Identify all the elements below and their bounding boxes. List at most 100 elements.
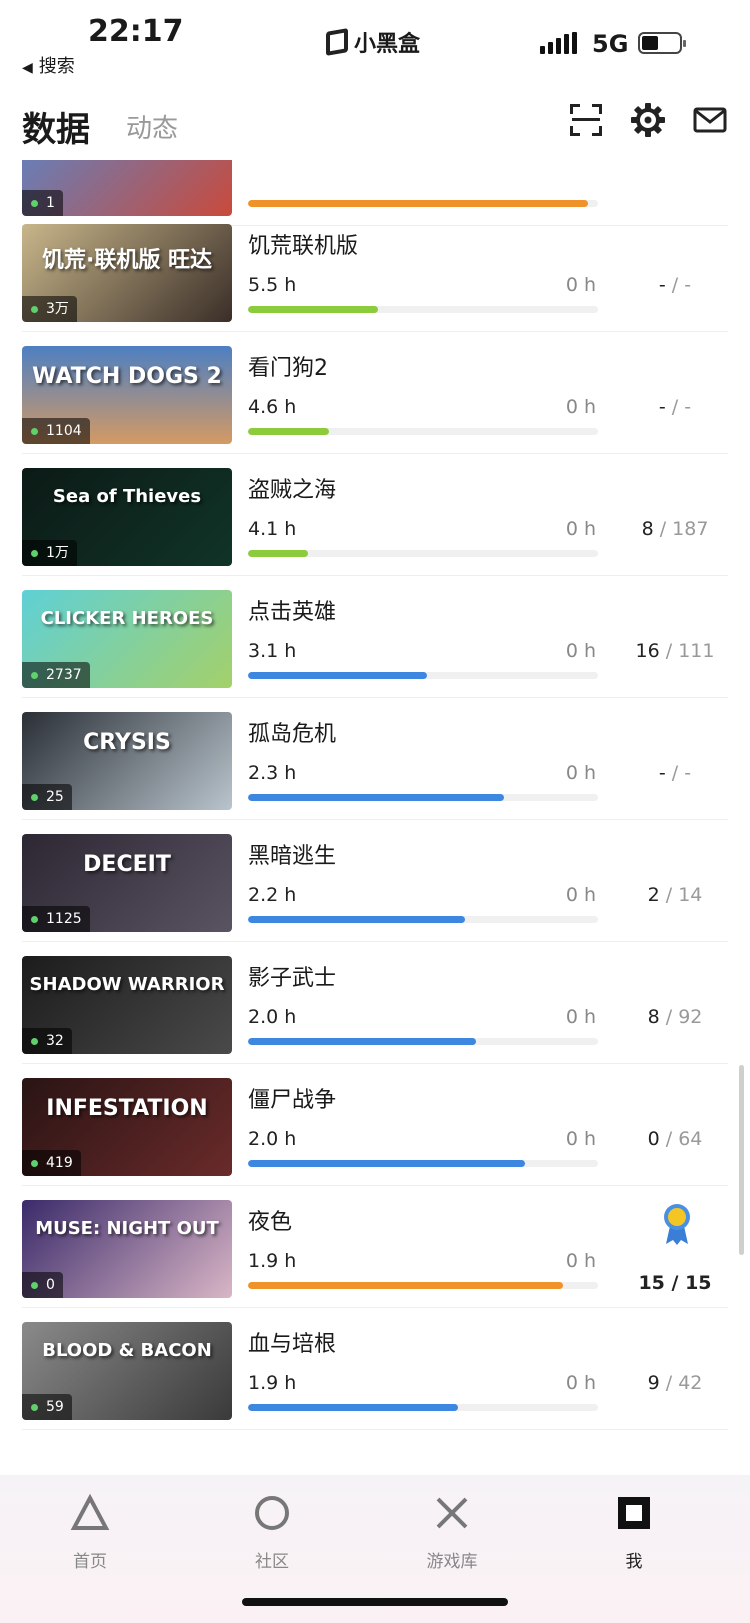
recent-hours: 0 h — [565, 1250, 596, 1272]
back-label: 搜索 — [38, 56, 75, 77]
playtime-bar-fill — [248, 1404, 458, 1411]
home-indicator — [242, 1598, 508, 1606]
game-thumbnail[interactable]: WATCH DOGS 2 1104 — [22, 346, 232, 444]
tab-data[interactable]: 数据 — [22, 102, 90, 151]
playtime-bar-fill — [248, 1038, 476, 1045]
playtime-bar — [248, 550, 598, 557]
thumbnail-caption: WATCH DOGS 2 — [32, 364, 222, 389]
medal-icon — [660, 1202, 694, 1246]
back-to-search[interactable]: ◀ 搜索 — [22, 52, 75, 78]
playtime-bar-fill — [248, 794, 504, 801]
achievement-count: - / - — [658, 274, 692, 296]
online-count: 32 — [22, 1028, 72, 1054]
online-count: 0 — [22, 1272, 63, 1298]
game-row[interactable]: DECEIT 1125 黑暗逃生 2.2 h 0 h 2 / 14 — [0, 816, 750, 942]
achievement-count: 8 / 187 — [641, 518, 709, 540]
page-header: 数据 动态 — [0, 90, 750, 160]
achievement-count: 8 / 92 — [647, 1006, 703, 1028]
game-name: 盗贼之海 — [248, 478, 337, 503]
game-row[interactable]: SHADOW WARRIOR 32 影子武士 2.0 h 0 h 8 / 92 — [0, 938, 750, 1064]
nav-community[interactable]: 社区 — [212, 1493, 332, 1572]
playtime-bar — [248, 916, 598, 923]
game-row[interactable]: INFESTATION 419 僵尸战争 2.0 h 0 h 0 / 64 — [0, 1060, 750, 1186]
game-thumbnail[interactable]: BLOOD & BACON 59 — [22, 1322, 232, 1420]
thumbnail-caption: INFESTATION — [46, 1096, 208, 1121]
recent-hours: 0 h — [565, 274, 596, 296]
game-name: 饥荒联机版 — [248, 234, 359, 259]
recent-hours: 0 h — [565, 518, 596, 540]
recent-hours: 0 h — [565, 1372, 596, 1394]
online-count: 3万 — [22, 296, 77, 322]
recent-hours: 0 h — [565, 640, 596, 662]
playtime-bar — [248, 672, 598, 679]
achievement-count: - / - — [658, 396, 692, 418]
online-count: 25 — [22, 784, 72, 810]
game-row[interactable]: MUSE: NIGHT OUT 0 夜色 1.9 h 0 h 15 / 15 — [0, 1182, 750, 1308]
game-thumbnail[interactable]: CRYSIS 25 — [22, 712, 232, 810]
total-hours: 1.9 h — [248, 1250, 297, 1272]
nav-home-label: 首页 — [73, 1552, 107, 1572]
game-thumbnail[interactable]: MUSE: NIGHT OUT 0 — [22, 1200, 232, 1298]
game-name: 夜色 — [248, 1210, 293, 1235]
game-row[interactable]: 饥荒·联机版 旺达 3万 饥荒联机版 5.5 h 0 h - / - — [0, 206, 750, 332]
recent-hours: 0 h — [565, 396, 596, 418]
achievement-count: 0 / 64 — [647, 1128, 703, 1150]
playtime-bar — [248, 1038, 598, 1045]
recent-hours: 0 h — [565, 1128, 596, 1150]
row-divider — [22, 1429, 728, 1430]
thumbnail-caption: CRYSIS — [83, 730, 171, 755]
playtime-bar — [248, 1282, 598, 1289]
game-name: 僵尸战争 — [248, 1088, 337, 1113]
status-bar: 22:17 ◀ 搜索 小黑盒 5G — [0, 0, 750, 90]
playtime-bar-fill — [248, 306, 378, 313]
total-hours: 4.6 h — [248, 396, 297, 418]
nav-me[interactable]: 我 — [574, 1493, 694, 1572]
app-title: 小黑盒 — [326, 26, 420, 58]
game-thumbnail[interactable]: 饥荒·联机版 旺达 3万 — [22, 224, 232, 322]
achievement-count: - / - — [658, 762, 692, 784]
playtime-bar-fill — [248, 672, 427, 679]
thumbnail-caption: Sea of Thieves — [52, 486, 202, 507]
game-list[interactable]: SHING1饥荒·联机版 旺达3万饥荒联机版5.5 h0 h- / -WATCH… — [0, 160, 750, 1475]
online-count: 1104 — [22, 418, 90, 444]
total-hours: 4.1 h — [248, 518, 297, 540]
total-hours: 2.2 h — [248, 884, 297, 906]
achievement-count: 15 / 15 — [638, 1272, 712, 1294]
thumbnail-caption: SHADOW WARRIOR — [29, 974, 225, 995]
tab-feed[interactable]: 动态 — [126, 108, 178, 145]
mail-icon[interactable] — [692, 102, 728, 138]
game-row[interactable]: CLICKER HEROES 2737 点击英雄 3.1 h 0 h 16 / 111 — [0, 572, 750, 698]
game-name: 看门狗2 — [248, 356, 328, 381]
recent-hours: 0 h — [565, 1006, 596, 1028]
thumbnail-caption: 饥荒·联机版 旺达 — [41, 248, 213, 273]
achievement-count: 16 / 111 — [635, 640, 715, 662]
achievement-count: 2 / 14 — [647, 884, 703, 906]
playtime-bar — [248, 794, 598, 801]
game-thumbnail[interactable]: Sea of Thieves 1万 — [22, 468, 232, 566]
network-type: 5G — [592, 30, 629, 58]
total-hours: 2.3 h — [248, 762, 297, 784]
scan-icon[interactable] — [568, 102, 604, 138]
game-row[interactable]: WATCH DOGS 2 1104 看门狗2 4.6 h 0 h - / - — [0, 328, 750, 454]
nav-library[interactable]: 游戏库 — [392, 1493, 512, 1572]
game-row[interactable]: BLOOD & BACON 59 血与培根 1.9 h 0 h 9 / 42 — [0, 1304, 750, 1430]
total-hours: 2.0 h — [248, 1006, 297, 1028]
online-count: 419 — [22, 1150, 81, 1176]
online-count: 2737 — [22, 662, 90, 688]
game-row[interactable]: Sea of Thieves 1万 盗贼之海 4.1 h 0 h 8 / 187 — [0, 450, 750, 576]
nav-home[interactable]: 首页 — [30, 1493, 150, 1572]
game-thumbnail[interactable]: DECEIT 1125 — [22, 834, 232, 932]
app-logo-icon — [326, 28, 348, 56]
game-thumbnail[interactable]: SHADOW WARRIOR 32 — [22, 956, 232, 1054]
total-hours: 2.0 h — [248, 1128, 297, 1150]
total-hours: 5.5 h — [248, 274, 297, 296]
game-thumbnail[interactable]: INFESTATION 419 — [22, 1078, 232, 1176]
game-thumbnail[interactable]: CLICKER HEROES 2737 — [22, 590, 232, 688]
online-count: 1125 — [22, 906, 90, 932]
playtime-bar — [248, 306, 598, 313]
online-count: 1万 — [22, 540, 77, 566]
nav-community-label: 社区 — [255, 1552, 289, 1572]
gear-icon[interactable] — [630, 102, 666, 138]
playtime-bar-fill — [248, 916, 465, 923]
game-row[interactable]: CRYSIS 25 孤岛危机 2.3 h 0 h - / - — [0, 694, 750, 820]
